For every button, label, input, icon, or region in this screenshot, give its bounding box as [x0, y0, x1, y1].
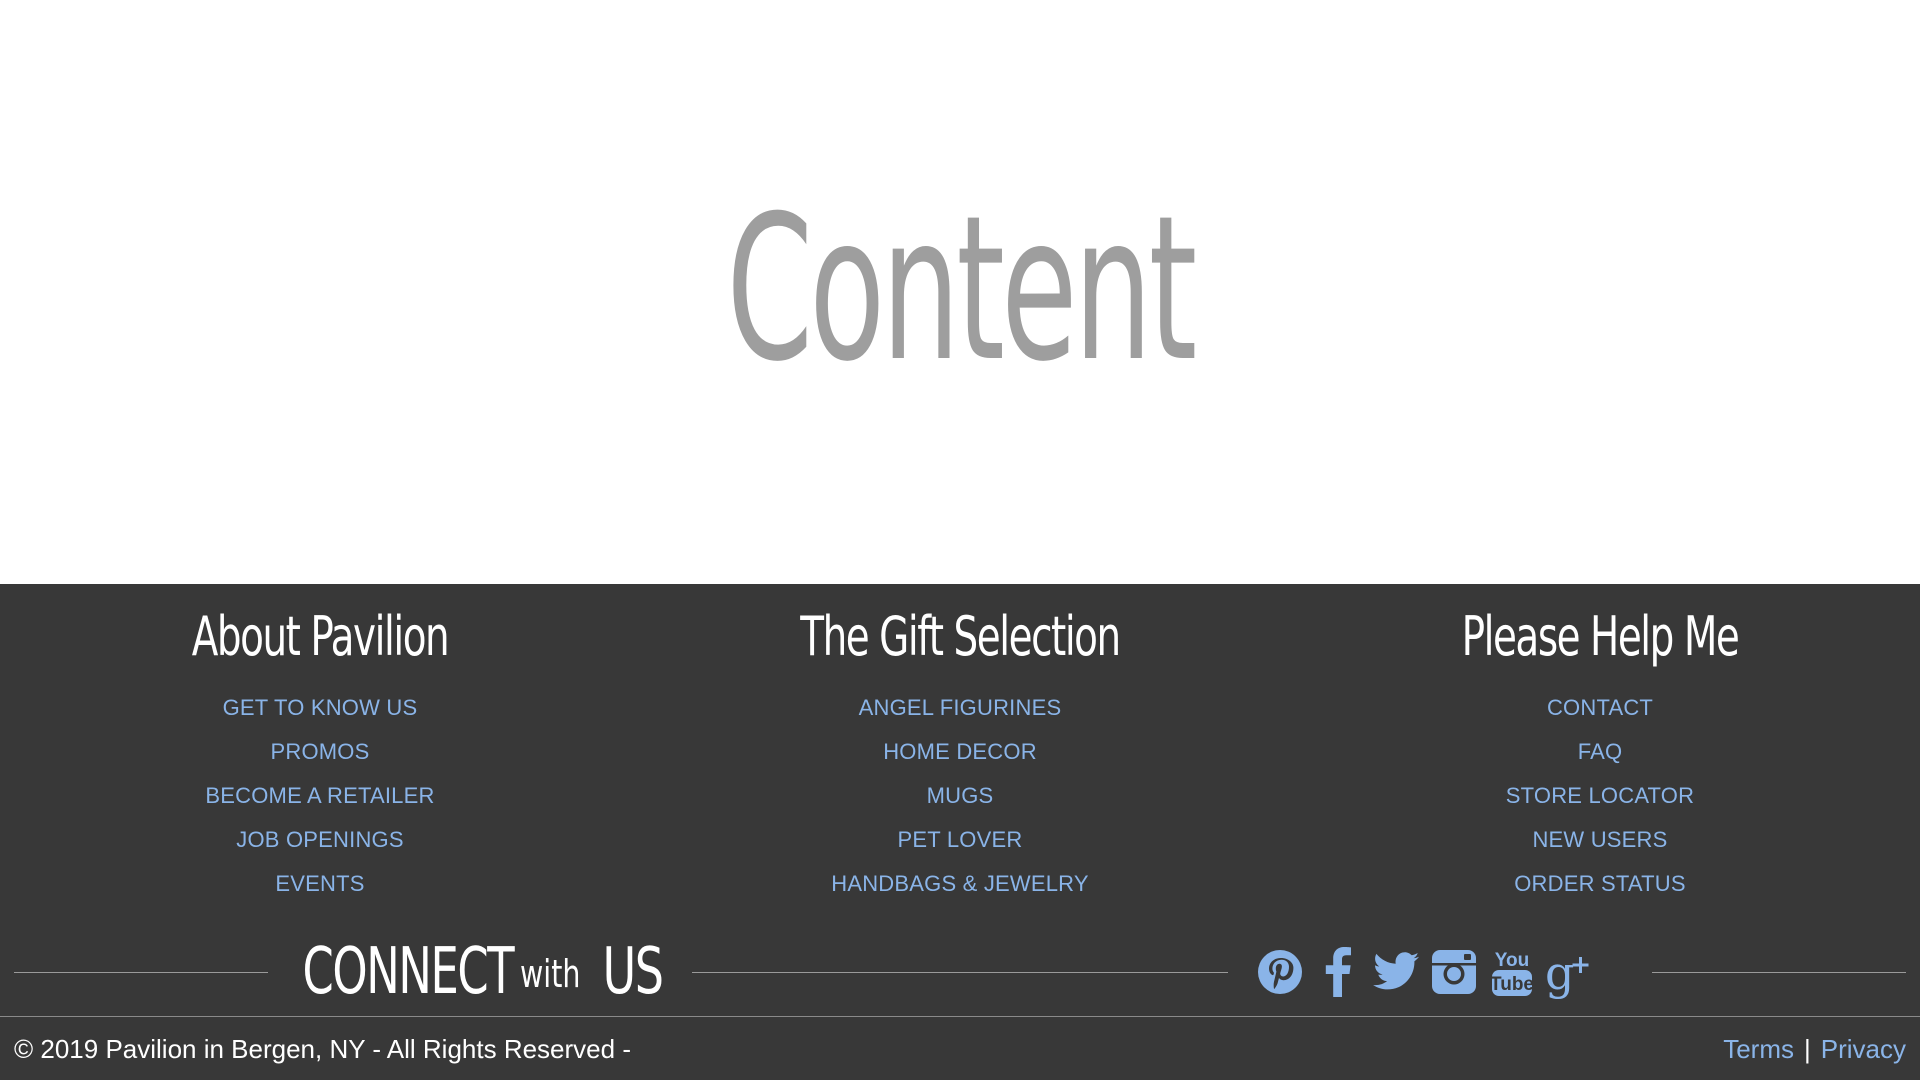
- footer-link-handbags-jewelry[interactable]: HANDBAGS & JEWELRY: [640, 862, 1280, 906]
- connect-us-label: US: [602, 935, 664, 1009]
- page: Content About Pavilion GET TO KNOW US PR…: [0, 0, 1920, 1080]
- google-plus-icon[interactable]: g: [1542, 942, 1598, 1002]
- terms-link[interactable]: Terms: [1723, 1034, 1794, 1064]
- svg-text:g: g: [1545, 946, 1574, 999]
- twitter-icon[interactable]: [1368, 942, 1424, 1002]
- connect-row: CONNECT with US You Tube g: [0, 914, 1920, 1014]
- svg-text:Tube: Tube: [1491, 974, 1533, 995]
- footer-link-pet-lover[interactable]: PET LOVER: [640, 818, 1280, 862]
- instagram-icon[interactable]: [1426, 942, 1482, 1002]
- footer-links-about: GET TO KNOW US PROMOS BECOME A RETAILER …: [0, 686, 640, 906]
- footer-links-gift-selection: ANGEL FIGURINES HOME DECOR MUGS PET LOVE…: [640, 686, 1280, 906]
- footer-link-events[interactable]: EVENTS: [0, 862, 640, 906]
- footer-link-contact[interactable]: CONTACT: [1280, 686, 1920, 730]
- footer-link-store-locator[interactable]: STORE LOCATOR: [1280, 774, 1920, 818]
- footer-heading-about: About Pavilion: [191, 605, 450, 668]
- connect-with-label: with: [520, 952, 581, 996]
- footer-link-promos[interactable]: PROMOS: [0, 730, 640, 774]
- legal-separator: |: [1803, 1034, 1811, 1064]
- footer-link-become-a-retailer[interactable]: BECOME A RETAILER: [0, 774, 640, 818]
- footer-link-get-to-know-us[interactable]: GET TO KNOW US: [0, 686, 640, 730]
- youtube-icon[interactable]: You Tube: [1484, 942, 1540, 1002]
- footer-links-help: CONTACT FAQ STORE LOCATOR NEW USERS ORDE…: [1280, 686, 1920, 906]
- content-title: Content: [726, 173, 1197, 406]
- connect-label: CONNECT: [302, 935, 515, 1009]
- divider-line: [14, 972, 268, 973]
- footer-link-job-openings[interactable]: JOB OPENINGS: [0, 818, 640, 862]
- footer-link-mugs[interactable]: MUGS: [640, 774, 1280, 818]
- divider-line: [1652, 972, 1906, 973]
- pinterest-icon[interactable]: [1252, 942, 1308, 1002]
- copyright-text: © 2019 Pavilion in Bergen, NY - All Righ…: [14, 1034, 631, 1064]
- footer-link-angel-figurines[interactable]: ANGEL FIGURINES: [640, 686, 1280, 730]
- footer-heading-help: Please Help Me: [1461, 605, 1740, 668]
- facebook-icon[interactable]: [1310, 942, 1366, 1002]
- footer-link-home-decor[interactable]: HOME DECOR: [640, 730, 1280, 774]
- footer-heading-gift-selection: The Gift Selection: [800, 605, 1121, 668]
- divider-line: [692, 972, 1228, 973]
- footer-link-order-status[interactable]: ORDER STATUS: [1280, 862, 1920, 906]
- content-area: Content: [0, 0, 1920, 584]
- svg-text:You: You: [1495, 950, 1529, 971]
- site-footer: About Pavilion GET TO KNOW US PROMOS BEC…: [0, 584, 1920, 1080]
- footer-separator: [0, 1016, 1920, 1017]
- legal-links: Terms | Privacy: [1723, 1032, 1906, 1066]
- privacy-link[interactable]: Privacy: [1821, 1034, 1906, 1064]
- footer-link-faq[interactable]: FAQ: [1280, 730, 1920, 774]
- footer-link-new-users[interactable]: NEW USERS: [1280, 818, 1920, 862]
